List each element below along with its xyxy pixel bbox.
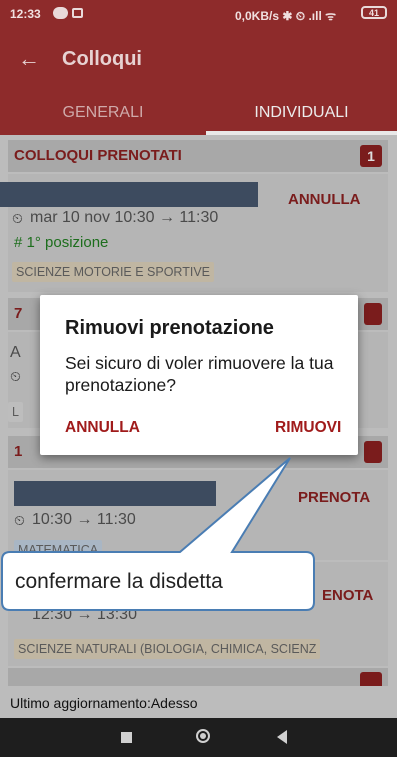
section-title: 7 [14, 305, 23, 322]
clock: 12:33 [10, 7, 41, 21]
section-title: 1 [14, 443, 23, 460]
queue-position: # 1° posizione [14, 234, 109, 251]
appointment-time: mar 10 nov 10:30 → 11:30 [30, 209, 219, 226]
redacted-teacher-name [0, 182, 258, 207]
tab-bar: GENERALI INDIVIDUALI [0, 92, 397, 135]
notification-icon [53, 7, 68, 19]
slot-time: 12:30 → 13:30 [32, 606, 137, 623]
callout-text: confermare la disdetta [15, 570, 223, 593]
count-badge [364, 303, 382, 325]
clock-icon: ⏲ [14, 512, 25, 528]
app-bar: ← Colloqui [0, 28, 397, 92]
subject-chip: MATEMATICA [14, 540, 103, 560]
dialog-title: Rimuovi prenotazione [65, 317, 274, 339]
last-update-text: Ultimo aggiornamento:Adesso [10, 695, 198, 711]
system-navigation-bar [0, 718, 397, 757]
tab-individuali[interactable]: INDIVIDUALI [206, 104, 397, 122]
subject-chip: SCIENZE MOTORIE E SPORTIVE [12, 262, 215, 282]
back-arrow-icon[interactable]: ← [18, 46, 40, 72]
subject-chip: SCIENZE NATURALI (BIOLOGIA, CHIMICA, SCI… [14, 639, 321, 659]
back-icon[interactable] [277, 730, 287, 744]
last-update-bar: Ultimo aggiornamento:Adesso [0, 688, 397, 718]
subject-chip: L [8, 402, 23, 422]
dialog-confirm-button[interactable]: RIMUOVI [275, 419, 341, 437]
dialog-message: Sei sicuro di voler rimuovere la tua pre… [65, 353, 334, 395]
section-header-booked: COLLOQUI PRENOTATI 1 [8, 140, 388, 172]
home-icon[interactable] [196, 729, 210, 743]
redacted-teacher-name [14, 481, 216, 506]
remove-booking-dialog: Rimuovi prenotazione Sei sicuro di voler… [40, 295, 358, 455]
count-badge: 1 [360, 145, 382, 167]
teacher-initial: A [10, 344, 21, 361]
slot-time: 10:30 → 11:30 [32, 511, 136, 528]
battery-icon: 41 [361, 6, 387, 19]
section-header-partial [8, 668, 388, 686]
page-title: Colloqui [62, 48, 142, 70]
section-title: COLLOQUI PRENOTATI [14, 147, 182, 164]
count-badge [364, 441, 382, 463]
tab-indicator [206, 131, 397, 135]
dialog-cancel-button[interactable]: ANNULLA [65, 419, 140, 437]
status-bar: 12:33 0,0KB/s ✱ ⏲ .ıll ᯤ 41 [0, 0, 397, 28]
clock-icon: ⏲ [12, 210, 23, 226]
prenota-button[interactable]: ENOTA [322, 587, 373, 604]
booked-appointment-card: ANNULLA ⏲ mar 10 nov 10:30 → 11:30 # 1° … [0, 174, 388, 292]
count-badge [360, 672, 382, 686]
recent-apps-icon[interactable] [121, 732, 132, 743]
clock-icon: ⏲ [10, 368, 21, 384]
tab-generali[interactable]: GENERALI [0, 104, 206, 122]
annulla-button[interactable]: ANNULLA [288, 191, 361, 208]
prenota-button[interactable]: PRENOTA [298, 489, 370, 506]
status-indicators: 0,0KB/s ✱ ⏲ .ıll ᯤ [235, 9, 337, 23]
gallery-icon [72, 8, 83, 18]
slot-card-matematica: PRENOTA ⏲ 10:30 → 11:30 MATEMATICA [8, 470, 388, 560]
